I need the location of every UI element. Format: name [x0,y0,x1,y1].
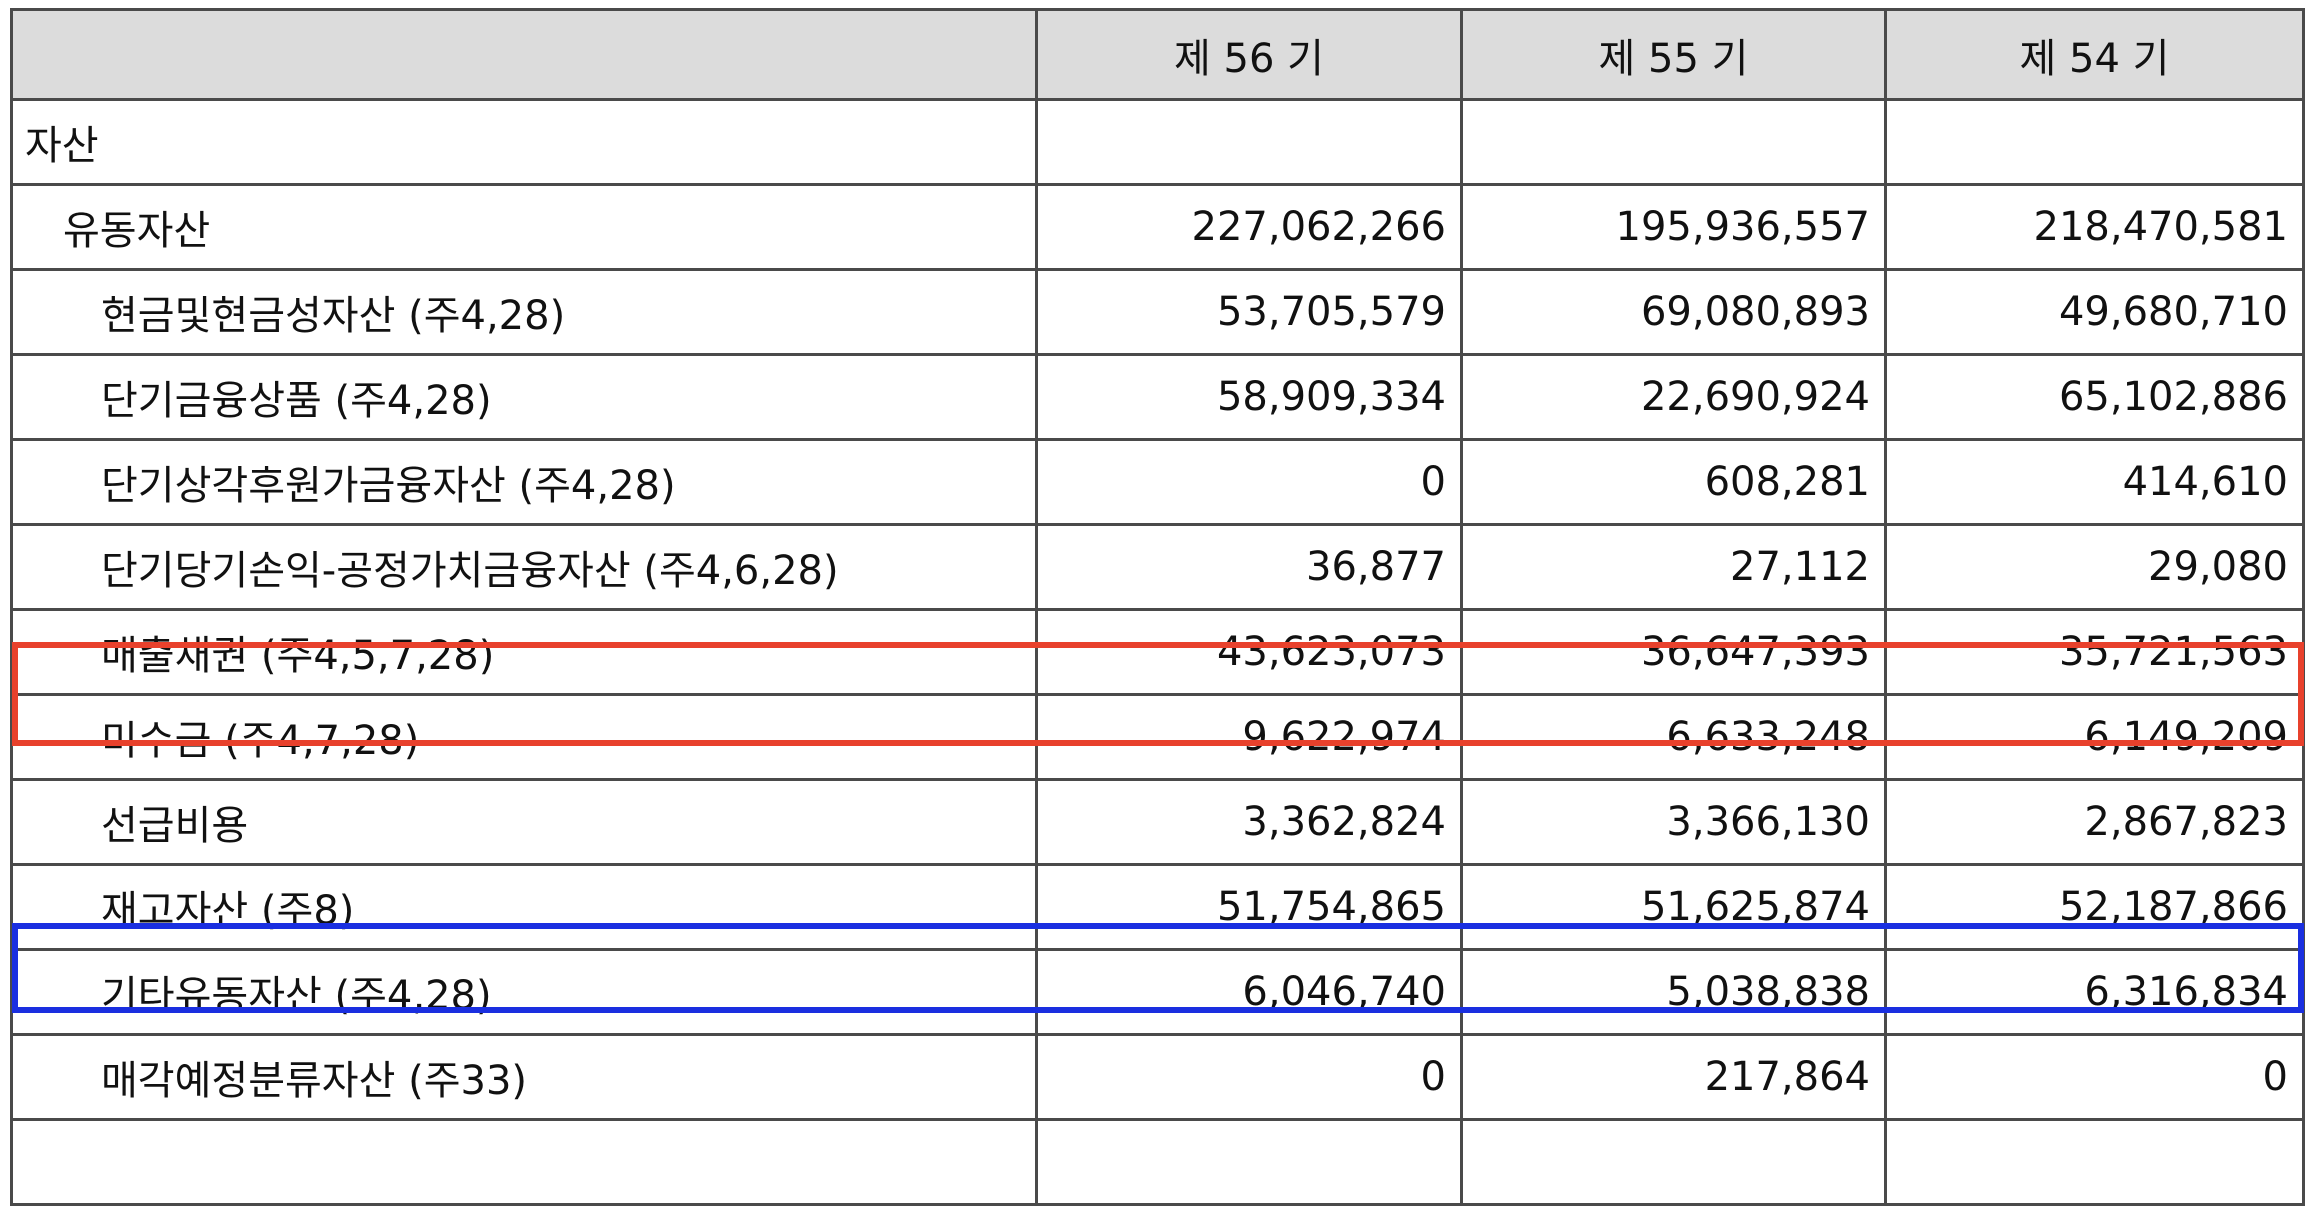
row-label: 단기당기손익-공정가치금융자산 (주4,6,28) [10,523,1038,611]
cell-period-54: 218,470,581 [1884,183,2305,271]
table-row: 선급비용 3,362,824 3,366,130 2,867,823 [10,778,2305,866]
cell-period-55: 217,864 [1460,1033,1887,1121]
table-body: 자산 유동자산 227,062,266 195,936,557 218,470,… [10,98,2305,1206]
cell-period-54: 2,867,823 [1884,778,2305,866]
table-row: 단기당기손익-공정가치금융자산 (주4,6,28) 36,877 27,112 … [10,523,2305,611]
row-label: 현금및현금성자산 (주4,28) [10,268,1038,356]
table-row: 단기금융상품 (주4,28) 58,909,334 22,690,924 65,… [10,353,2305,441]
cell-period-55: 195,936,557 [1460,183,1887,271]
row-label: 매각예정분류자산 (주33) [10,1033,1038,1121]
table-row: 기타유동자산 (주4,28) 6,046,740 5,038,838 6,316… [10,948,2305,1036]
table-row: 미수금 (주4,7,28) 9,622,974 6,633,248 6,149,… [10,693,2305,781]
table-header: 제 56 기 제 55 기 제 54 기 [10,8,2305,101]
cell-period-56: 6,046,740 [1035,948,1463,1036]
row-label: 단기금융상품 (주4,28) [10,353,1038,441]
row-label: 미수금 (주4,7,28) [10,693,1038,781]
header-period-56: 제 56 기 [1035,8,1463,101]
row-label [10,1118,1038,1206]
cell-period-54: 52,187,866 [1884,863,2305,951]
cell-period-56: 0 [1035,1033,1463,1121]
cell-period-56: 3,362,824 [1035,778,1463,866]
cell-period-56: 0 [1035,438,1463,526]
cell-period-54: 35,721,563 [1884,608,2305,696]
cell-period-55: 608,281 [1460,438,1887,526]
row-label: 자산 [10,98,1038,186]
table-row [10,1118,2305,1206]
cell-period-56: 53,705,579 [1035,268,1463,356]
row-label: 매출채권 (주4,5,7,28) [10,608,1038,696]
cell-period-55: 51,625,874 [1460,863,1887,951]
financial-statement-view: 제 56 기 제 55 기 제 54 기 자산 유동자산 227,062,266… [0,0,2314,1212]
cell-period-54 [1884,1118,2305,1206]
row-label: 재고자산 (주8) [10,863,1038,951]
table-row: 유동자산 227,062,266 195,936,557 218,470,581 [10,183,2305,271]
header-label-column [10,8,1038,101]
cell-period-56 [1035,1118,1463,1206]
cell-period-54: 414,610 [1884,438,2305,526]
cell-period-56: 43,623,073 [1035,608,1463,696]
table-row-trade-receivables: 매출채권 (주4,5,7,28) 43,623,073 36,647,393 3… [10,608,2305,696]
cell-period-54: 65,102,886 [1884,353,2305,441]
cell-period-54 [1884,98,2305,186]
row-label: 유동자산 [10,183,1038,271]
cell-period-55: 36,647,393 [1460,608,1887,696]
table-row-inventories: 재고자산 (주8) 51,754,865 51,625,874 52,187,8… [10,863,2305,951]
cell-period-54: 49,680,710 [1884,268,2305,356]
cell-period-56 [1035,98,1463,186]
cell-period-55: 5,038,838 [1460,948,1887,1036]
table-row: 단기상각후원가금융자산 (주4,28) 0 608,281 414,610 [10,438,2305,526]
cell-period-54: 6,149,209 [1884,693,2305,781]
cell-period-56: 58,909,334 [1035,353,1463,441]
cell-period-54: 29,080 [1884,523,2305,611]
cell-period-55: 27,112 [1460,523,1887,611]
header-row: 제 56 기 제 55 기 제 54 기 [10,8,2305,101]
cell-period-56: 51,754,865 [1035,863,1463,951]
cell-period-55: 3,366,130 [1460,778,1887,866]
cell-period-54: 0 [1884,1033,2305,1121]
cell-period-55 [1460,1118,1887,1206]
row-label: 선급비용 [10,778,1038,866]
cell-period-56: 227,062,266 [1035,183,1463,271]
cell-period-55: 22,690,924 [1460,353,1887,441]
cell-period-55: 69,080,893 [1460,268,1887,356]
table-row: 자산 [10,98,2305,186]
table-row: 매각예정분류자산 (주33) 0 217,864 0 [10,1033,2305,1121]
header-period-54: 제 54 기 [1884,8,2305,101]
cell-period-56: 9,622,974 [1035,693,1463,781]
table-row: 현금및현금성자산 (주4,28) 53,705,579 69,080,893 4… [10,268,2305,356]
row-label: 단기상각후원가금융자산 (주4,28) [10,438,1038,526]
cell-period-55: 6,633,248 [1460,693,1887,781]
balance-sheet-table: 제 56 기 제 55 기 제 54 기 자산 유동자산 227,062,266… [10,8,2305,1206]
cell-period-56: 36,877 [1035,523,1463,611]
header-period-55: 제 55 기 [1460,8,1887,101]
cell-period-54: 6,316,834 [1884,948,2305,1036]
row-label: 기타유동자산 (주4,28) [10,948,1038,1036]
cell-period-55 [1460,98,1887,186]
